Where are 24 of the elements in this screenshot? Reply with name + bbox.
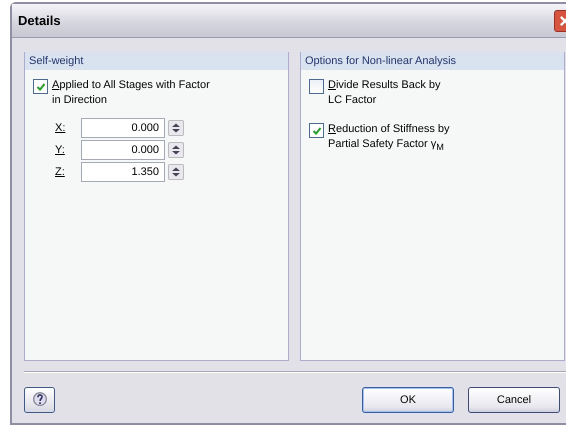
check-icon	[312, 126, 322, 136]
checkbox[interactable]	[309, 79, 324, 94]
axis-label: X:	[55, 122, 66, 134]
checkbox[interactable]	[309, 123, 324, 138]
axis-label: Y:	[55, 144, 66, 156]
group-title: Options for Non-linear Analysis	[301, 52, 564, 70]
factor-input[interactable]: 1.350	[81, 162, 165, 182]
factor-input[interactable]: 0.000	[81, 118, 165, 138]
checkbox[interactable]	[33, 79, 48, 94]
axis-label: Z:	[55, 166, 66, 178]
checkbox-label[interactable]: Divide Results Back by LC Factor	[328, 78, 440, 108]
checkbox-label[interactable]: Applied to All Stages with Factor in Direction	[52, 78, 210, 108]
group-title: Self-weight	[25, 52, 288, 70]
help-icon	[30, 391, 48, 409]
spinner-icon[interactable]	[168, 142, 184, 158]
cancel-button[interactable]: Cancel	[468, 387, 560, 413]
check-icon	[36, 82, 46, 92]
help-button[interactable]	[24, 387, 55, 413]
window-title: Details	[18, 13, 61, 28]
spinner-icon[interactable]	[168, 164, 184, 180]
spinner-icon[interactable]	[168, 120, 184, 136]
factor-input[interactable]: 0.000	[81, 140, 165, 160]
checkbox-label[interactable]: Reduction of Stiffness by Partial Safety Factor γ$_{M}$	[328, 122, 450, 156]
ok-button[interactable]: OK	[362, 387, 454, 413]
